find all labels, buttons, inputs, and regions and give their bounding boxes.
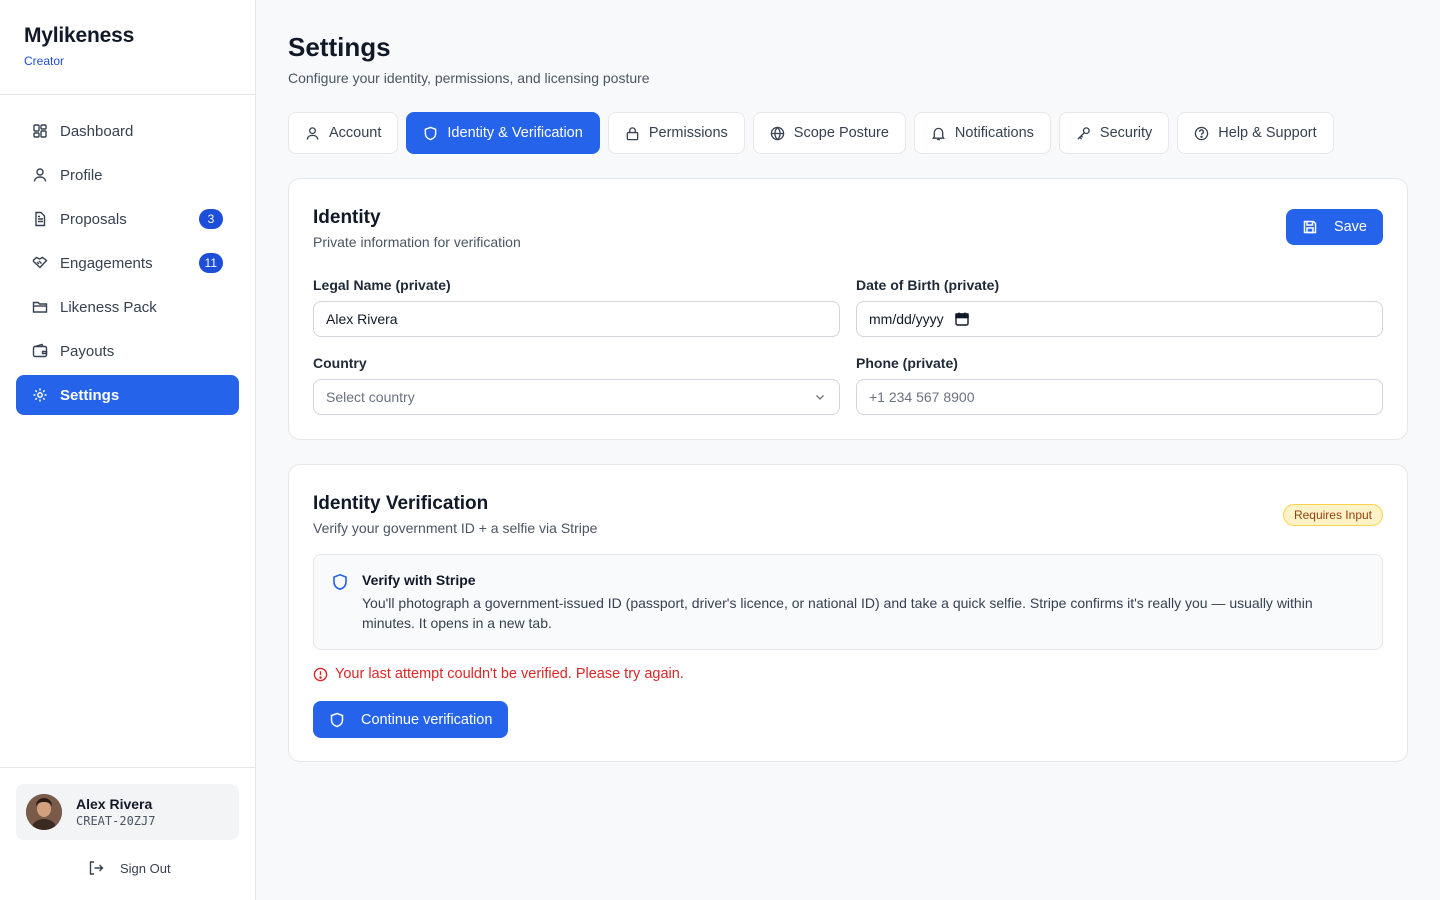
sidebar-item-settings[interactable]: Settings [16,375,239,415]
sidebar-item-label: Likeness Pack [60,298,157,316]
country-label: Country [313,355,367,371]
tab-label: Account [329,125,382,141]
error-text: Your last attempt couldn't be verified. … [335,666,684,682]
dob-input[interactable]: mm/dd/yyyy [856,301,1383,337]
key-icon [1077,126,1090,140]
sidebar-item-label: Settings [60,386,120,404]
shield-icon [425,126,437,140]
count-badge: 11 [198,253,223,273]
sign-out-label: Sign Out [120,860,171,876]
continue-label: Continue verification [361,711,493,728]
gear-icon [32,387,48,403]
country-select[interactable]: Select country [313,379,840,415]
country-placeholder: Select country [326,389,415,405]
count-badge: 3 [199,209,223,229]
dob-label: Date of Birth (private) [856,277,1000,293]
tab-label: Permissions [648,125,728,141]
sidebar-item-label: Proposals [60,210,127,228]
tab-label: Notifications [954,125,1034,141]
user-id: CREAT-20ZJ7 [76,814,156,828]
tab-label: Security [1099,125,1153,141]
folder-icon [32,299,48,315]
divider [0,94,255,95]
save-icon [1303,220,1317,234]
sign-out-button[interactable]: Sign Out [88,858,171,878]
bell-icon [932,127,945,140]
tab-label: Help & Support [1218,125,1317,141]
settings-tabs: Account Identity & Verification Permissi… [288,112,1334,154]
tab-label: Scope Posture [793,125,889,141]
sidebar-item-label: Payouts [60,342,115,360]
page-title: Settings [288,32,391,62]
save-button[interactable]: Save [1285,209,1383,245]
tab-identity-verification[interactable]: Identity & Verification [406,112,600,154]
tab-account[interactable]: Account [288,112,399,154]
sidebar: Mylikeness Creator Dashboard Profile Pro… [0,0,256,900]
calendar-icon[interactable] [954,311,970,327]
card-subtitle: Verify your government ID + a selfie via… [313,520,598,536]
alert-circle-icon [313,667,328,681]
error-message: Your last attempt couldn't be verified. … [313,666,684,682]
legal-name-value: Alex Rivera [326,311,398,327]
card-title: Identity Verification [313,493,489,514]
legal-name-label: Legal Name (private) [313,277,451,293]
handshake-icon [32,255,48,271]
logout-icon [89,861,104,875]
page-subtitle: Configure your identity, permissions, an… [288,70,650,86]
sidebar-item-label: Dashboard [60,122,134,140]
identity-card: Identity Private information for verific… [288,178,1408,440]
tab-security[interactable]: Security [1058,112,1170,154]
dob-placeholder: mm/dd/yyyy [869,311,944,327]
tab-help-support[interactable]: Help & Support [1177,112,1334,154]
tab-scope-posture[interactable]: Scope Posture [752,112,906,154]
sidebar-item-profile[interactable]: Profile [16,155,239,195]
sidebar-item-label: Profile [60,166,103,184]
card-title: Identity [313,207,381,228]
sidebar-item-payouts[interactable]: Payouts [16,331,239,371]
sidebar-nav: Dashboard Profile Proposals 3 Engagement… [16,111,239,419]
continue-verification-button[interactable]: Continue verification [313,701,509,738]
chevron-down-icon [816,395,824,400]
sidebar-item-dashboard[interactable]: Dashboard [16,111,239,151]
sidebar-item-engagements[interactable]: Engagements 11 [16,243,239,283]
info-text: You'll photograph a government-issued ID… [362,595,1313,631]
globe-icon [770,125,785,141]
wallet-icon [32,343,48,359]
avatar [26,794,62,830]
verification-card: Identity Verification Verify your govern… [288,464,1408,762]
info-title: Verify with Stripe [362,572,476,588]
user-card[interactable]: Alex Rivera CREAT-20ZJ7 [16,784,239,840]
phone-placeholder: +1 234 567 8900 [869,389,975,405]
sidebar-item-label: Engagements [60,254,153,272]
help-icon [1195,126,1209,140]
shield-icon [330,712,344,727]
status-badge: Requires Input [1282,504,1383,526]
tab-label: Identity & Verification [447,125,583,141]
phone-input[interactable]: +1 234 567 8900 [856,379,1383,415]
save-label: Save [1333,219,1367,235]
tab-notifications[interactable]: Notifications [913,112,1051,154]
card-subtitle: Private information for verification [313,234,521,250]
divider [0,767,255,768]
brand: Mylikeness Creator [24,24,134,68]
file-icon [32,211,48,227]
phone-label: Phone (private) [856,355,958,371]
legal-name-input[interactable]: Alex Rivera [313,301,840,337]
dashboard-icon [32,123,48,139]
user-icon [32,167,48,183]
brand-name: Mylikeness [24,24,135,47]
shield-icon [333,573,347,591]
lock-icon [626,126,639,140]
brand-role: Creator [24,54,65,68]
tab-permissions[interactable]: Permissions [607,112,745,154]
stripe-info-box: Verify with Stripe You'll photograph a g… [313,554,1383,650]
user-icon [306,126,319,140]
sidebar-item-proposals[interactable]: Proposals 3 [16,199,239,239]
sidebar-item-likeness-pack[interactable]: Likeness Pack [16,287,239,327]
user-name: Alex Rivera [76,796,153,812]
